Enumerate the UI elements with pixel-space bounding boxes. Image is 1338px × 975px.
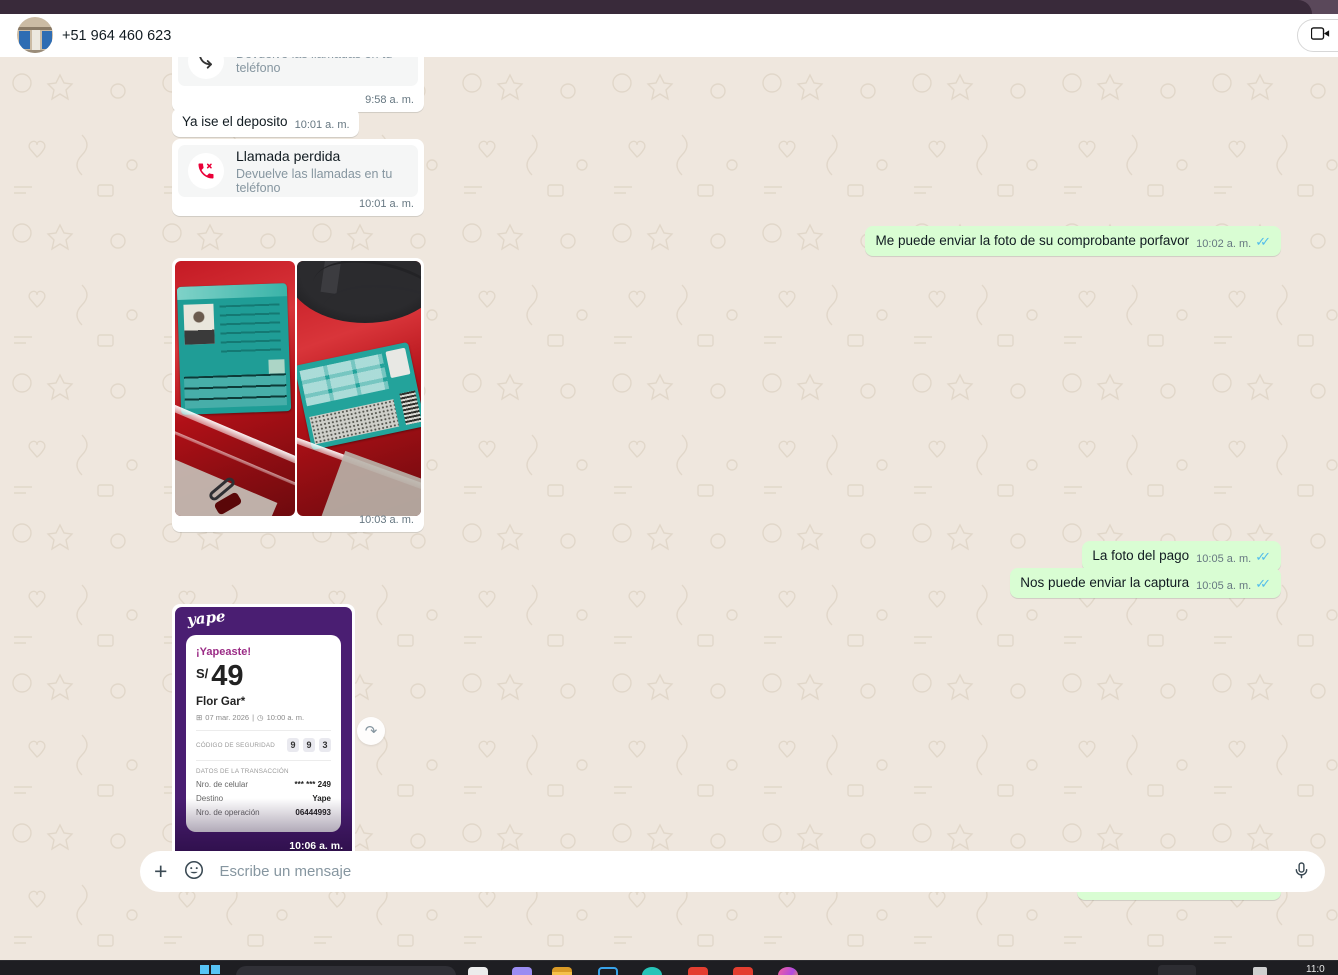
- message-missed-call-clipped: Devuelve las llamadas en tu teléfono 9:5…: [172, 57, 424, 112]
- taskbar-app-icon-7[interactable]: [733, 967, 753, 975]
- taskbar: 11:0: [0, 960, 1338, 975]
- app-titlebar: [0, 0, 1338, 14]
- receipt-amount: 49: [211, 662, 243, 691]
- message-time: 10:02 a. m.: [1196, 238, 1251, 250]
- missed-call-icon: [188, 153, 224, 189]
- receipt-time: 10:00 a. m.: [267, 713, 305, 722]
- id-card-back-graphic: [297, 342, 421, 450]
- receipt-separator: |: [252, 713, 254, 722]
- security-digit: 9: [303, 738, 315, 752]
- call-notice-box[interactable]: Llamada perdida Devuelve las llamadas en…: [178, 145, 418, 197]
- call-notice-box[interactable]: Devuelve las llamadas en tu teléfono: [178, 57, 418, 86]
- tray-clock[interactable]: 11:0: [1306, 964, 1325, 975]
- taskbar-folder-icon[interactable]: [552, 967, 572, 975]
- message-out-captura: Nos puede enviar la captura 10:05 a. m. …: [1010, 568, 1281, 598]
- contact-avatar[interactable]: [17, 17, 53, 53]
- video-call-button[interactable]: [1297, 19, 1338, 52]
- read-receipt-icon: ✓✓: [1255, 549, 1272, 565]
- yape-receipt-card: ¡Yapeaste! S/ 49 Flor Gar* ⊞ 07 mar. 202…: [186, 635, 341, 832]
- id-card-front-graphic: [177, 283, 291, 415]
- read-receipt-icon: ✓✓: [1255, 234, 1272, 250]
- message-out-pago: La foto del pago 10:05 a. m. ✓✓: [1082, 541, 1281, 571]
- tray-icon[interactable]: [1253, 967, 1267, 975]
- message-time: 9:58 a. m.: [365, 94, 414, 106]
- receipt-date: 07 mar. 2026: [205, 713, 249, 722]
- sticker-smiley-icon: [183, 859, 205, 884]
- receipt-currency: S/: [196, 666, 208, 681]
- start-button[interactable]: [200, 965, 221, 975]
- callback-arrow-icon: [188, 57, 224, 79]
- chat-header: +51 964 460 623: [0, 14, 1338, 57]
- clock-icon: ◷: [257, 713, 264, 722]
- taskbar-app-icon-8[interactable]: [778, 967, 798, 975]
- chat-wallpaper: Devuelve las llamadas en tu teléfono 9:5…: [0, 57, 1338, 975]
- row-value: Yape: [312, 794, 331, 803]
- message-text: Nos puede enviar la captura: [1020, 575, 1189, 590]
- taskbar-app-icon-5[interactable]: [642, 967, 662, 975]
- call-notice-text: Devuelve las llamadas en tu teléfono: [236, 167, 408, 195]
- composer: +: [140, 851, 1325, 892]
- message-time: 10:05 a. m.: [1196, 553, 1251, 565]
- security-code-label: CÓDIGO DE SEGURIDAD: [196, 742, 275, 749]
- contact-name[interactable]: +51 964 460 623: [62, 28, 171, 44]
- message-deposit: Ya ise el deposito 10:01 a. m.: [172, 108, 359, 137]
- message-time: 10:03 a. m.: [359, 514, 414, 526]
- calendar-icon: ⊞: [196, 713, 202, 722]
- mic-icon: [1292, 861, 1311, 883]
- whatsapp-window: +51 964 460 623: [0, 0, 1338, 975]
- message-time: 10:05 a. m.: [1196, 580, 1251, 592]
- message-out-comprobante: Me puede enviar la foto de su comprobant…: [865, 226, 1281, 256]
- mic-button[interactable]: [1292, 861, 1311, 883]
- titlebar-tab: [0, 0, 1312, 14]
- message-photos: 10:03 a. m.: [172, 258, 424, 532]
- message-input[interactable]: [219, 863, 1292, 880]
- attach-button[interactable]: +: [154, 860, 167, 883]
- message-time: 10:01 a. m.: [295, 119, 350, 131]
- video-camera-icon: [1311, 26, 1330, 46]
- message-text: Ya ise el deposito: [182, 114, 288, 129]
- taskbar-app-icon-6[interactable]: [688, 967, 708, 975]
- call-notice-text: Devuelve las llamadas en tu teléfono: [236, 57, 408, 75]
- forward-icon: ↷: [365, 722, 378, 740]
- taskbar-app-icon-4[interactable]: [598, 967, 618, 975]
- forward-button[interactable]: ↷: [357, 717, 385, 745]
- tray-overflow-button[interactable]: [1158, 965, 1196, 975]
- photo-id-back[interactable]: [297, 261, 421, 516]
- call-title: Llamada perdida: [236, 148, 408, 164]
- yape-receipt-image[interactable]: yape ¡Yapeaste! S/ 49 Flor Gar* ⊞ 07 mar…: [175, 607, 352, 858]
- photo-id-front[interactable]: [175, 261, 295, 516]
- message-missed-call: Llamada perdida Devuelve las llamadas en…: [172, 139, 424, 216]
- row-label: Nro. de celular: [196, 780, 248, 789]
- row-value: 06444993: [295, 808, 331, 817]
- row-label: Destino: [196, 794, 223, 803]
- plus-icon: +: [154, 860, 167, 883]
- receipt-payee: Flor Gar*: [196, 696, 331, 708]
- taskbar-app-icon-2[interactable]: [512, 967, 532, 975]
- avatar-photo-detail: [17, 50, 53, 53]
- yape-logo: yape: [186, 607, 226, 629]
- security-digit: 9: [287, 738, 299, 752]
- sticker-button[interactable]: [183, 859, 205, 884]
- message-yape-receipt: yape ¡Yapeaste! S/ 49 Flor Gar* ⊞ 07 mar…: [172, 604, 355, 861]
- security-digit: 3: [319, 738, 331, 752]
- read-receipt-icon: ✓✓: [1255, 576, 1272, 592]
- message-text: La foto del pago: [1092, 548, 1189, 563]
- avatar-photo-detail: [19, 31, 30, 49]
- avatar-photo-detail: [42, 31, 52, 49]
- transaction-data-label: DATOS DE LA TRANSACCIÓN: [196, 768, 331, 775]
- security-code: 9 9 3: [287, 738, 331, 752]
- avatar-photo-detail: [32, 30, 40, 50]
- message-time: 10:01 a. m.: [359, 198, 414, 210]
- receipt-title: ¡Yapeaste!: [196, 646, 331, 658]
- row-label: Nro. de operación: [196, 808, 260, 817]
- message-text: Me puede enviar la foto de su comprobant…: [875, 233, 1189, 248]
- taskbar-app-icon-1[interactable]: [468, 967, 488, 975]
- row-value: *** *** 249: [295, 780, 331, 789]
- taskbar-search-box[interactable]: [236, 966, 456, 975]
